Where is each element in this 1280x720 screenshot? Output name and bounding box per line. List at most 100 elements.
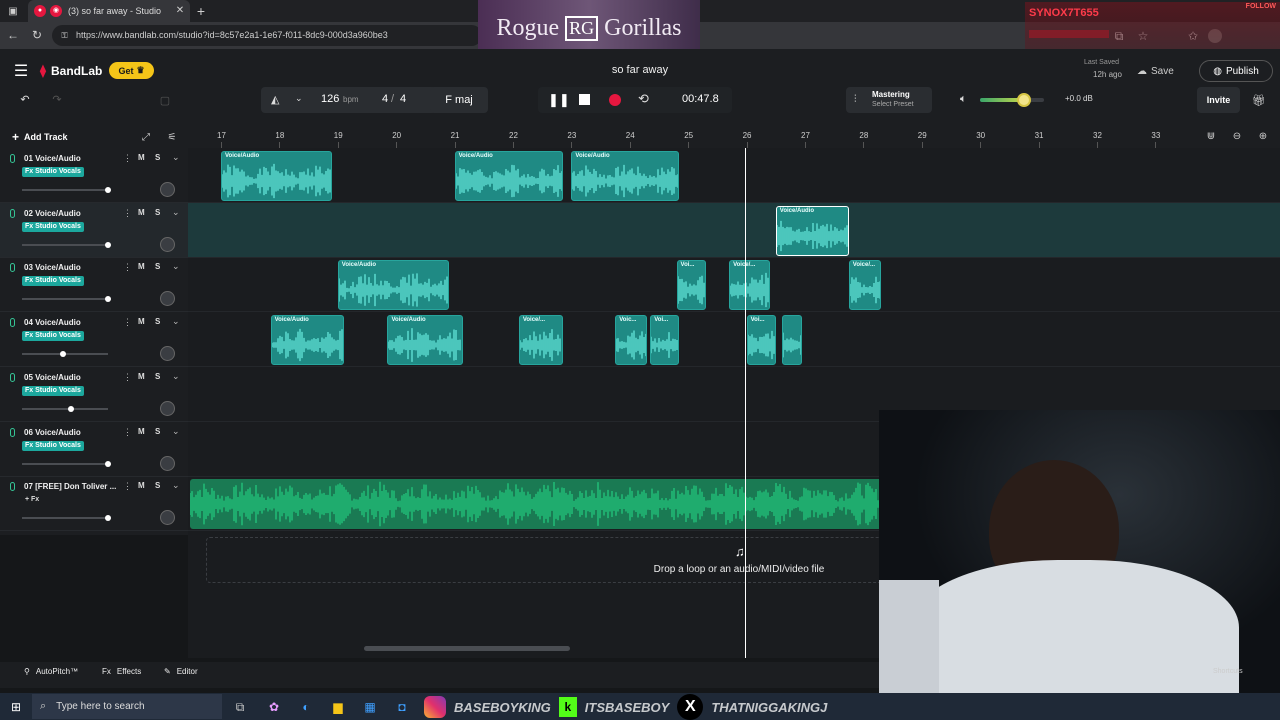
task-view-icon[interactable]: ⧉ — [232, 699, 248, 715]
mic-icon[interactable] — [10, 154, 15, 163]
pause-icon[interactable]: ❚❚ — [548, 92, 570, 108]
hamburger-menu-icon[interactable]: ☰ — [12, 62, 30, 80]
time-signature-bottom[interactable]: 4 — [400, 93, 406, 105]
track-lane[interactable] — [188, 148, 1280, 203]
mute-button[interactable]: M — [138, 153, 145, 162]
brand-name[interactable]: BandLab — [51, 64, 102, 78]
audio-clip[interactable]: Voic... — [615, 315, 648, 366]
zoom-in-icon[interactable]: ⊕ — [1256, 129, 1270, 143]
track-volume-slider[interactable] — [22, 241, 111, 248]
track-more-icon[interactable]: ⋮ — [123, 208, 132, 219]
chevron-down-icon[interactable]: ⌄ — [172, 426, 180, 437]
track-volume-knob[interactable] — [105, 187, 111, 193]
solo-button[interactable]: S — [155, 153, 160, 162]
gift-button[interactable]: 🎁︎ — [1248, 89, 1270, 111]
timeline-ruler[interactable]: 17 18 19 20 21 22 23 24 25 26 27 28 29 30 31 32 33 ⋓ ⊖ ⊕ — [188, 125, 1280, 148]
browser-tab[interactable]: ● ◉ (3) so far away - Studio ✕ — [28, 0, 190, 22]
track-more-icon[interactable]: ⋮ — [123, 427, 132, 438]
audio-clip[interactable]: Voice/Audio — [270, 315, 344, 366]
automation-icon[interactable]: ⤢ — [139, 130, 153, 144]
snap-magnet-icon[interactable]: ⋓ — [1204, 129, 1218, 143]
audio-clip[interactable]: Voice/Audio — [221, 151, 332, 201]
audio-clip[interactable]: Voice/... — [729, 260, 770, 311]
get-membership-button[interactable]: Get ♛ — [109, 62, 154, 79]
mic-icon[interactable] — [10, 318, 15, 328]
track-name[interactable]: 07 [FREE] Don Toliver ... — [24, 482, 116, 491]
metronome-icon[interactable]: ◭ — [271, 93, 279, 106]
loop-icon[interactable]: ⟲ — [638, 91, 649, 107]
track-more-icon[interactable]: ⋮ — [123, 153, 132, 164]
undo-button[interactable]: ↶ — [12, 87, 38, 111]
track-header[interactable]: 06 Voice/Audio Fx Studio Vocals ⋮ M S ⌄ — [0, 422, 188, 477]
solo-button[interactable]: S — [155, 262, 160, 271]
zoom-out-icon[interactable]: ⊖ — [1230, 129, 1244, 143]
record-icon[interactable] — [609, 94, 621, 106]
track-fx-badge[interactable]: Fx Studio Vocals — [22, 385, 84, 396]
mic-icon[interactable] — [10, 208, 15, 218]
speaker-icon[interactable]: 🔈︎ — [960, 93, 967, 106]
track-fx-badge[interactable]: Fx Studio Vocals — [22, 276, 84, 287]
track-header[interactable]: 04 Voice/Audio Fx Studio Vocals ⋮ M S ⌄ — [0, 312, 188, 368]
solo-button[interactable]: S — [155, 481, 160, 490]
track-fx-badge[interactable]: Fx Studio Vocals — [22, 331, 84, 342]
mastering-button[interactable]: ⫶ Mastering Select Preset — [846, 87, 932, 113]
site-info-icon[interactable]: ⚿ — [59, 30, 70, 41]
browser-menu-icon[interactable]: ▣ — [6, 4, 20, 18]
windows-start-icon[interactable]: ⊞ — [8, 699, 24, 715]
address-bar[interactable]: ⚿ https://www.bandlab.com/studio?id=8c57… — [52, 25, 482, 46]
solo-button[interactable]: S — [155, 372, 160, 381]
mic-icon[interactable] — [10, 372, 15, 382]
audio-clip[interactable]: Voi... — [746, 315, 776, 366]
save-button[interactable]: ☁ Save — [1137, 62, 1187, 80]
track-header[interactable]: 03 Voice/Audio Fx Studio Vocals ⋮ M S ⌄ — [0, 257, 188, 313]
bandlab-logo-icon[interactable]: ⧫ — [37, 63, 49, 78]
track-volume-knob[interactable] — [60, 351, 67, 358]
solo-button[interactable]: S — [155, 427, 160, 436]
track-header[interactable]: 01 Voice/Audio Fx Studio Vocals ⋮ M S ⌄ — [0, 148, 188, 203]
publish-button[interactable]: ◍ Publish — [1199, 60, 1273, 82]
track-name[interactable]: 04 Voice/Audio — [24, 318, 81, 327]
audio-clip[interactable]: Voi... — [650, 315, 680, 366]
track-more-icon[interactable]: ⋮ — [123, 372, 132, 383]
chevron-down-icon[interactable]: ⌄ — [172, 316, 180, 327]
solo-button[interactable]: S — [155, 317, 160, 326]
track-more-icon[interactable]: ⋮ — [123, 262, 132, 273]
taskbar-search[interactable]: ⌕ Type here to search — [32, 694, 222, 719]
track-volume-knob[interactable] — [105, 241, 111, 248]
audio-clip[interactable]: Voice/... — [848, 260, 881, 311]
audio-clip[interactable]: Voice/Audio — [387, 315, 464, 366]
track-volume-slider[interactable] — [22, 405, 108, 412]
mute-button[interactable]: M — [138, 427, 145, 436]
key-selector[interactable]: F maj — [430, 87, 488, 113]
audio-clip[interactable]: Voice/Audio — [454, 151, 563, 201]
audio-clip[interactable]: Voi... — [676, 260, 706, 311]
mute-button[interactable]: M — [138, 481, 145, 490]
track-volume-slider[interactable] — [22, 187, 111, 193]
track-volume-slider[interactable] — [22, 460, 111, 467]
close-tab-icon[interactable]: ✕ — [174, 5, 186, 17]
chevron-down-icon[interactable]: ⌄ — [172, 207, 180, 218]
track-header[interactable]: 05 Voice/Audio Fx Studio Vocals ⋮ M S ⌄ — [0, 367, 188, 422]
solo-button[interactable]: S — [155, 208, 160, 217]
track-pan-knob[interactable] — [160, 400, 175, 416]
edge-icon[interactable]: ◐ — [298, 699, 314, 715]
track-more-icon[interactable]: ⋮ — [123, 481, 132, 492]
mic-icon[interactable] — [10, 482, 15, 492]
track-pan-knob[interactable] — [160, 236, 175, 252]
copilot-icon[interactable]: ✿ — [266, 699, 282, 715]
chevron-down-icon[interactable]: ⌄ — [295, 93, 303, 104]
track-name[interactable]: 01 Voice/Audio — [24, 154, 81, 163]
back-icon[interactable]: ← — [6, 28, 20, 42]
track-pan-knob[interactable] — [160, 346, 175, 362]
playhead[interactable] — [745, 148, 747, 658]
track-header[interactable]: 07 [FREE] Don Toliver ... + Fx ⋮ M S ⌄ — [0, 476, 188, 532]
track-settings-icon[interactable]: ⚟ — [165, 130, 179, 144]
track-volume-knob[interactable] — [105, 296, 111, 303]
mute-button[interactable]: M — [138, 372, 145, 381]
track-pan-knob[interactable] — [160, 455, 175, 471]
tempo-value[interactable]: 126 — [321, 93, 339, 105]
chevron-down-icon[interactable]: ⌄ — [172, 152, 180, 163]
track-lane[interactable] — [188, 312, 1280, 368]
track-pan-knob[interactable] — [160, 510, 175, 526]
mic-icon[interactable] — [10, 263, 15, 273]
